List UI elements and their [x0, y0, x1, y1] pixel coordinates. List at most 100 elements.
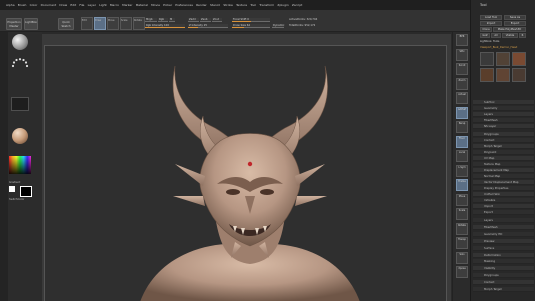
tool-thumb-demon-alt[interactable]	[496, 52, 510, 66]
menu-item[interactable]: Macro	[110, 3, 119, 7]
tool-sub-palette-item[interactable]: Layers	[473, 218, 534, 223]
tool-sub-palette-item[interactable]: FiberMesh	[473, 224, 534, 230]
menu-item[interactable]: Brush	[18, 3, 27, 7]
focal-shift-slider[interactable]: Focal Shift 0	[232, 18, 270, 22]
geometry-section[interactable]: Geometry	[473, 106, 534, 111]
canvas[interactable]	[44, 45, 447, 301]
tool-sub-palette-item[interactable]: Displacement Map	[473, 168, 534, 173]
menu-item[interactable]: Document	[41, 3, 57, 7]
tool-sub-palette-item[interactable]: Surface	[473, 245, 534, 251]
tool-thumb-polymesh[interactable]	[480, 68, 494, 82]
right-shelf-button[interactable]: Rotate	[456, 222, 468, 235]
right-shelf-button[interactable]: Scale	[456, 208, 468, 220]
menu-item[interactable]: Draw	[59, 3, 67, 7]
alpha-slot[interactable]	[11, 97, 29, 111]
lightbox-tools-label[interactable]: Lightbox› Tools	[480, 40, 499, 43]
right-shelf-button[interactable]: Frame	[456, 179, 468, 191]
right-shelf-button[interactable]: Transp	[456, 237, 468, 249]
right-shelf-button[interactable]: Move	[456, 193, 468, 206]
tool-sub-palette-item[interactable]: Morph Target	[473, 287, 534, 292]
right-shelf-button[interactable]: L.Sym	[456, 164, 468, 177]
visible-button[interactable]: Visible	[502, 33, 518, 38]
tool-thumb-simplebrush[interactable]	[512, 52, 526, 66]
material-icon[interactable]	[12, 128, 28, 144]
save-as-button[interactable]: Save As	[504, 15, 526, 20]
menu-item[interactable]: Movie	[151, 3, 160, 7]
clone-button[interactable]: Clone	[480, 27, 492, 32]
make-polymesh-button[interactable]: Make PolyMesh3D	[493, 27, 526, 32]
menu-item[interactable]: Light	[99, 3, 107, 7]
edit-button[interactable]: Edit	[81, 17, 93, 30]
right-shelf-button[interactable]: Actual	[456, 92, 468, 104]
menu-item[interactable]: Zscript	[292, 3, 302, 7]
secondary-color-swatch[interactable]	[20, 186, 32, 197]
menu-item[interactable]: Picker	[163, 3, 172, 7]
tool-sub-palette-item[interactable]: Geometry HD	[473, 231, 534, 237]
quick-sketch-button[interactable]: Quick Sketch	[58, 18, 74, 30]
tool-sub-palette-item[interactable]: Contact	[473, 280, 534, 286]
dynamic-toggle[interactable]: Dynamic	[272, 24, 284, 28]
menu-item[interactable]: Tool	[250, 3, 256, 7]
tool-thumb-sphere[interactable]	[512, 68, 526, 82]
projection-master-button[interactable]: Projection Master	[6, 18, 22, 30]
rgb-intensity-slider[interactable]: Rgb Intensity 100	[145, 24, 185, 28]
right-shelf-button[interactable]: Local	[456, 150, 468, 162]
zsub-toggle[interactable]: Zsub	[200, 18, 211, 22]
menu-item[interactable]: Material	[136, 3, 148, 7]
tool-sub-palette-item[interactable]: Preview	[473, 238, 534, 244]
rotate-button[interactable]: Rotate	[133, 17, 145, 30]
move-button[interactable]: Move	[107, 17, 119, 30]
right-shelf-button[interactable]: Xpose	[456, 266, 468, 278]
goz-button[interactable]: GoZ	[480, 33, 490, 38]
export-button[interactable]: Export	[504, 21, 526, 26]
scale-button[interactable]: Scale	[120, 17, 132, 30]
switch-color-label[interactable]: SwitchColor	[9, 198, 24, 201]
tool-sub-palette-item[interactable]: Polygroups	[473, 132, 534, 137]
z-intensity-slider[interactable]: Z Intensity 25	[188, 24, 228, 28]
tool-sub-palette-item[interactable]: Polypaint	[473, 150, 534, 155]
ns-layer-section[interactable]: NS Layer	[473, 124, 534, 129]
tool-sub-palette-item[interactable]: Texture Map	[473, 162, 534, 167]
m-toggle[interactable]: M	[169, 18, 175, 22]
menu-item[interactable]: Marker	[122, 3, 132, 7]
menu-item[interactable]: Render	[196, 3, 207, 7]
layers-section[interactable]: Layers	[473, 112, 534, 117]
tool-sub-palette-item[interactable]: Import	[473, 204, 534, 209]
import-button[interactable]: Import	[480, 21, 502, 26]
tool-sub-palette-item[interactable]: Unified Skin	[473, 192, 534, 197]
tool-sub-palette-item[interactable]: Normal Map	[473, 174, 534, 179]
right-shelf-button[interactable]: BPR	[456, 34, 468, 46]
zcut-toggle[interactable]: Zcut	[212, 18, 222, 22]
tool-sub-palette-item[interactable]: UV Map	[473, 156, 534, 161]
menu-item[interactable]: Zplugin	[277, 3, 288, 7]
right-shelf-button[interactable]: SPix	[456, 48, 468, 61]
tool-thumb-demon[interactable]	[480, 52, 494, 66]
brush-icon[interactable]	[12, 34, 28, 50]
subtool-section[interactable]: SubTool	[473, 100, 534, 105]
tool-sub-palette-item[interactable]: Display Properties	[473, 186, 534, 191]
tool-sub-palette-item[interactable]: Export	[473, 210, 534, 215]
load-tool-button[interactable]: Load Tool	[480, 15, 502, 20]
tool-sub-palette-item[interactable]: Initialize	[473, 198, 534, 203]
right-shelf-button[interactable]: Zoom	[456, 77, 468, 90]
mrgb-toggle[interactable]: Mrgb	[145, 18, 157, 22]
right-shelf-button[interactable]: Solo	[456, 251, 468, 264]
stroke-icon[interactable]	[11, 58, 29, 74]
tool-sub-palette-item[interactable]: Masking	[473, 259, 534, 265]
menu-item[interactable]: Stencil	[210, 3, 220, 7]
menu-item[interactable]: Preferences	[175, 3, 193, 7]
tool-sub-palette-item[interactable]: Vector Displacement Map	[473, 180, 534, 185]
right-shelf-button[interactable]: Persp	[456, 121, 468, 133]
tool-thumb-bust[interactable]	[496, 68, 510, 82]
right-shelf-button[interactable]: Scroll	[456, 63, 468, 75]
rgb-toggle[interactable]: Rgb	[158, 18, 168, 22]
menu-item[interactable]: Alpha	[6, 3, 15, 7]
right-shelf-button[interactable]: AAHalf	[456, 106, 468, 119]
menu-item[interactable]: Edit	[70, 3, 76, 7]
all-button[interactable]: All	[491, 33, 501, 38]
tool-sub-palette-item[interactable]: Contact	[473, 138, 534, 143]
tool-sub-palette-item[interactable]: Polygroups	[473, 273, 534, 279]
tool-sub-palette-item[interactable]: Deformation	[473, 252, 534, 258]
draw-size-slider[interactable]: Draw Size 64	[232, 24, 270, 28]
menu-item[interactable]: Color	[30, 3, 38, 7]
